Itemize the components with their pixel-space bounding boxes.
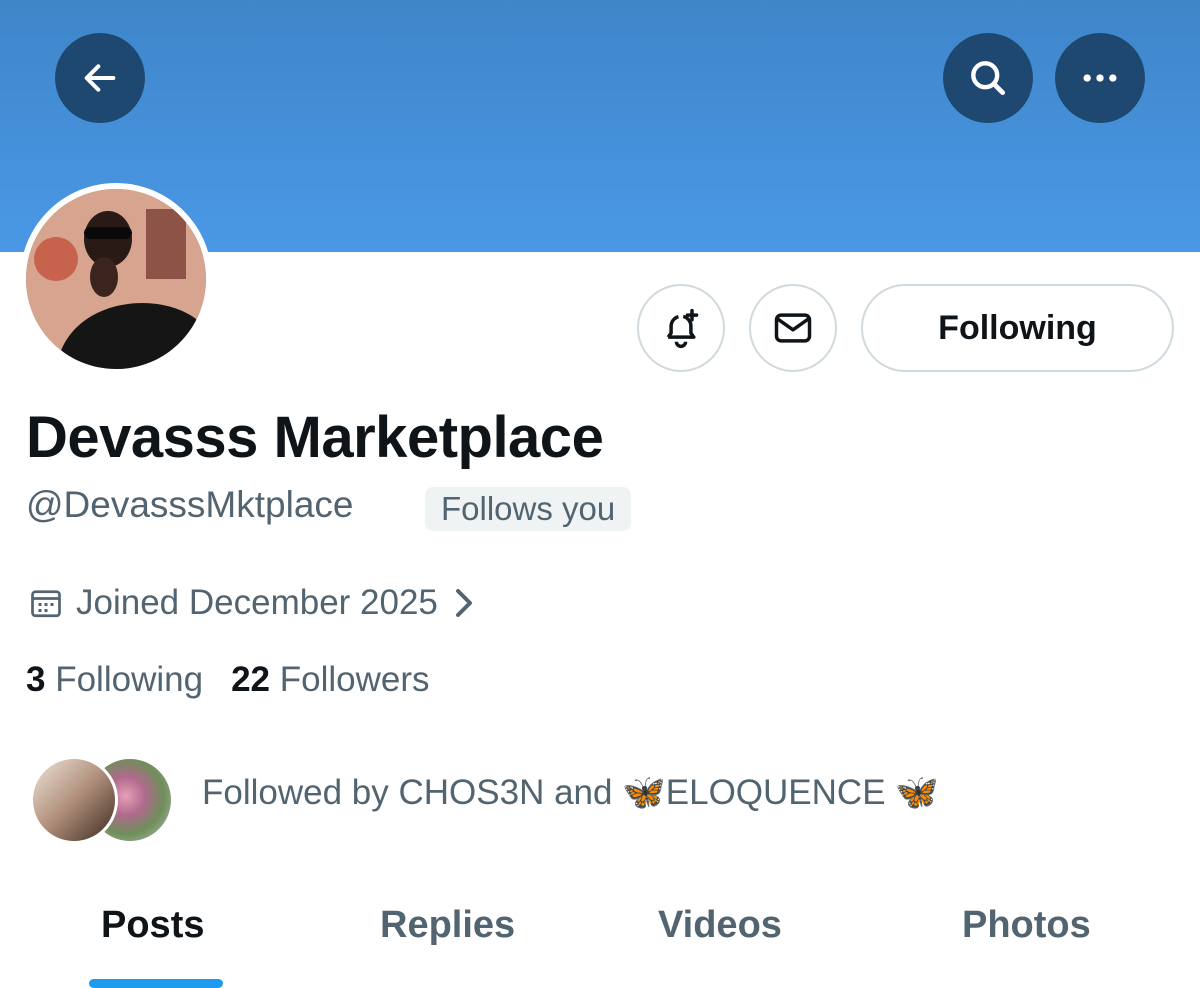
profile-avatar[interactable] (20, 183, 212, 375)
tab-posts[interactable]: Posts (101, 904, 204, 947)
calendar-icon (31, 590, 61, 618)
followed-by-text[interactable]: Followed by CHOS3N and 🦋ELOQUENCE 🦋 (202, 772, 939, 813)
active-tab-indicator (89, 979, 223, 988)
followers-stat[interactable]: 22 Followers (231, 660, 429, 700)
avatar-illustration (26, 189, 206, 369)
tab-photos[interactable]: Photos (962, 904, 1091, 947)
followers-label: Followers (279, 660, 430, 699)
more-horizontal-icon (1083, 74, 1117, 82)
following-count: 3 (26, 660, 46, 699)
mutual-follower-avatar (30, 756, 118, 844)
follows-you-badge: Follows you (425, 487, 632, 531)
tab-replies[interactable]: Replies (380, 904, 515, 947)
follow-stats: 3 Following 22 Followers (26, 660, 430, 700)
profile-tabs: Posts Replies Videos Photos (0, 888, 1200, 988)
search-button[interactable] (943, 33, 1033, 123)
mail-icon (774, 313, 812, 343)
search-icon (971, 61, 1006, 96)
tab-videos[interactable]: Videos (658, 904, 782, 947)
joined-date: Joined December 2025 (76, 583, 438, 622)
more-options-button[interactable] (1055, 33, 1145, 123)
followers-count: 22 (231, 660, 270, 699)
display-name: Devasss Marketplace (26, 405, 604, 470)
following-label: Following (55, 660, 204, 699)
user-handle: @DevasssMktplace (26, 484, 354, 525)
chevron-right-icon (455, 589, 472, 617)
mutual-followers-avatars[interactable] (30, 756, 180, 846)
bell-plus-icon (666, 308, 699, 349)
back-button[interactable] (55, 33, 145, 123)
avatar-photo (26, 189, 206, 369)
following-button[interactable]: Following (861, 284, 1174, 372)
arrow-left-icon (84, 64, 116, 92)
notifications-button[interactable] (637, 284, 725, 372)
joined-date-row[interactable]: Joined December 2025 (28, 580, 478, 626)
following-stat[interactable]: 3 Following (26, 660, 203, 700)
message-button[interactable] (749, 284, 837, 372)
profile-page: Following Devasss Marketplace @DevasssMk… (0, 0, 1200, 988)
